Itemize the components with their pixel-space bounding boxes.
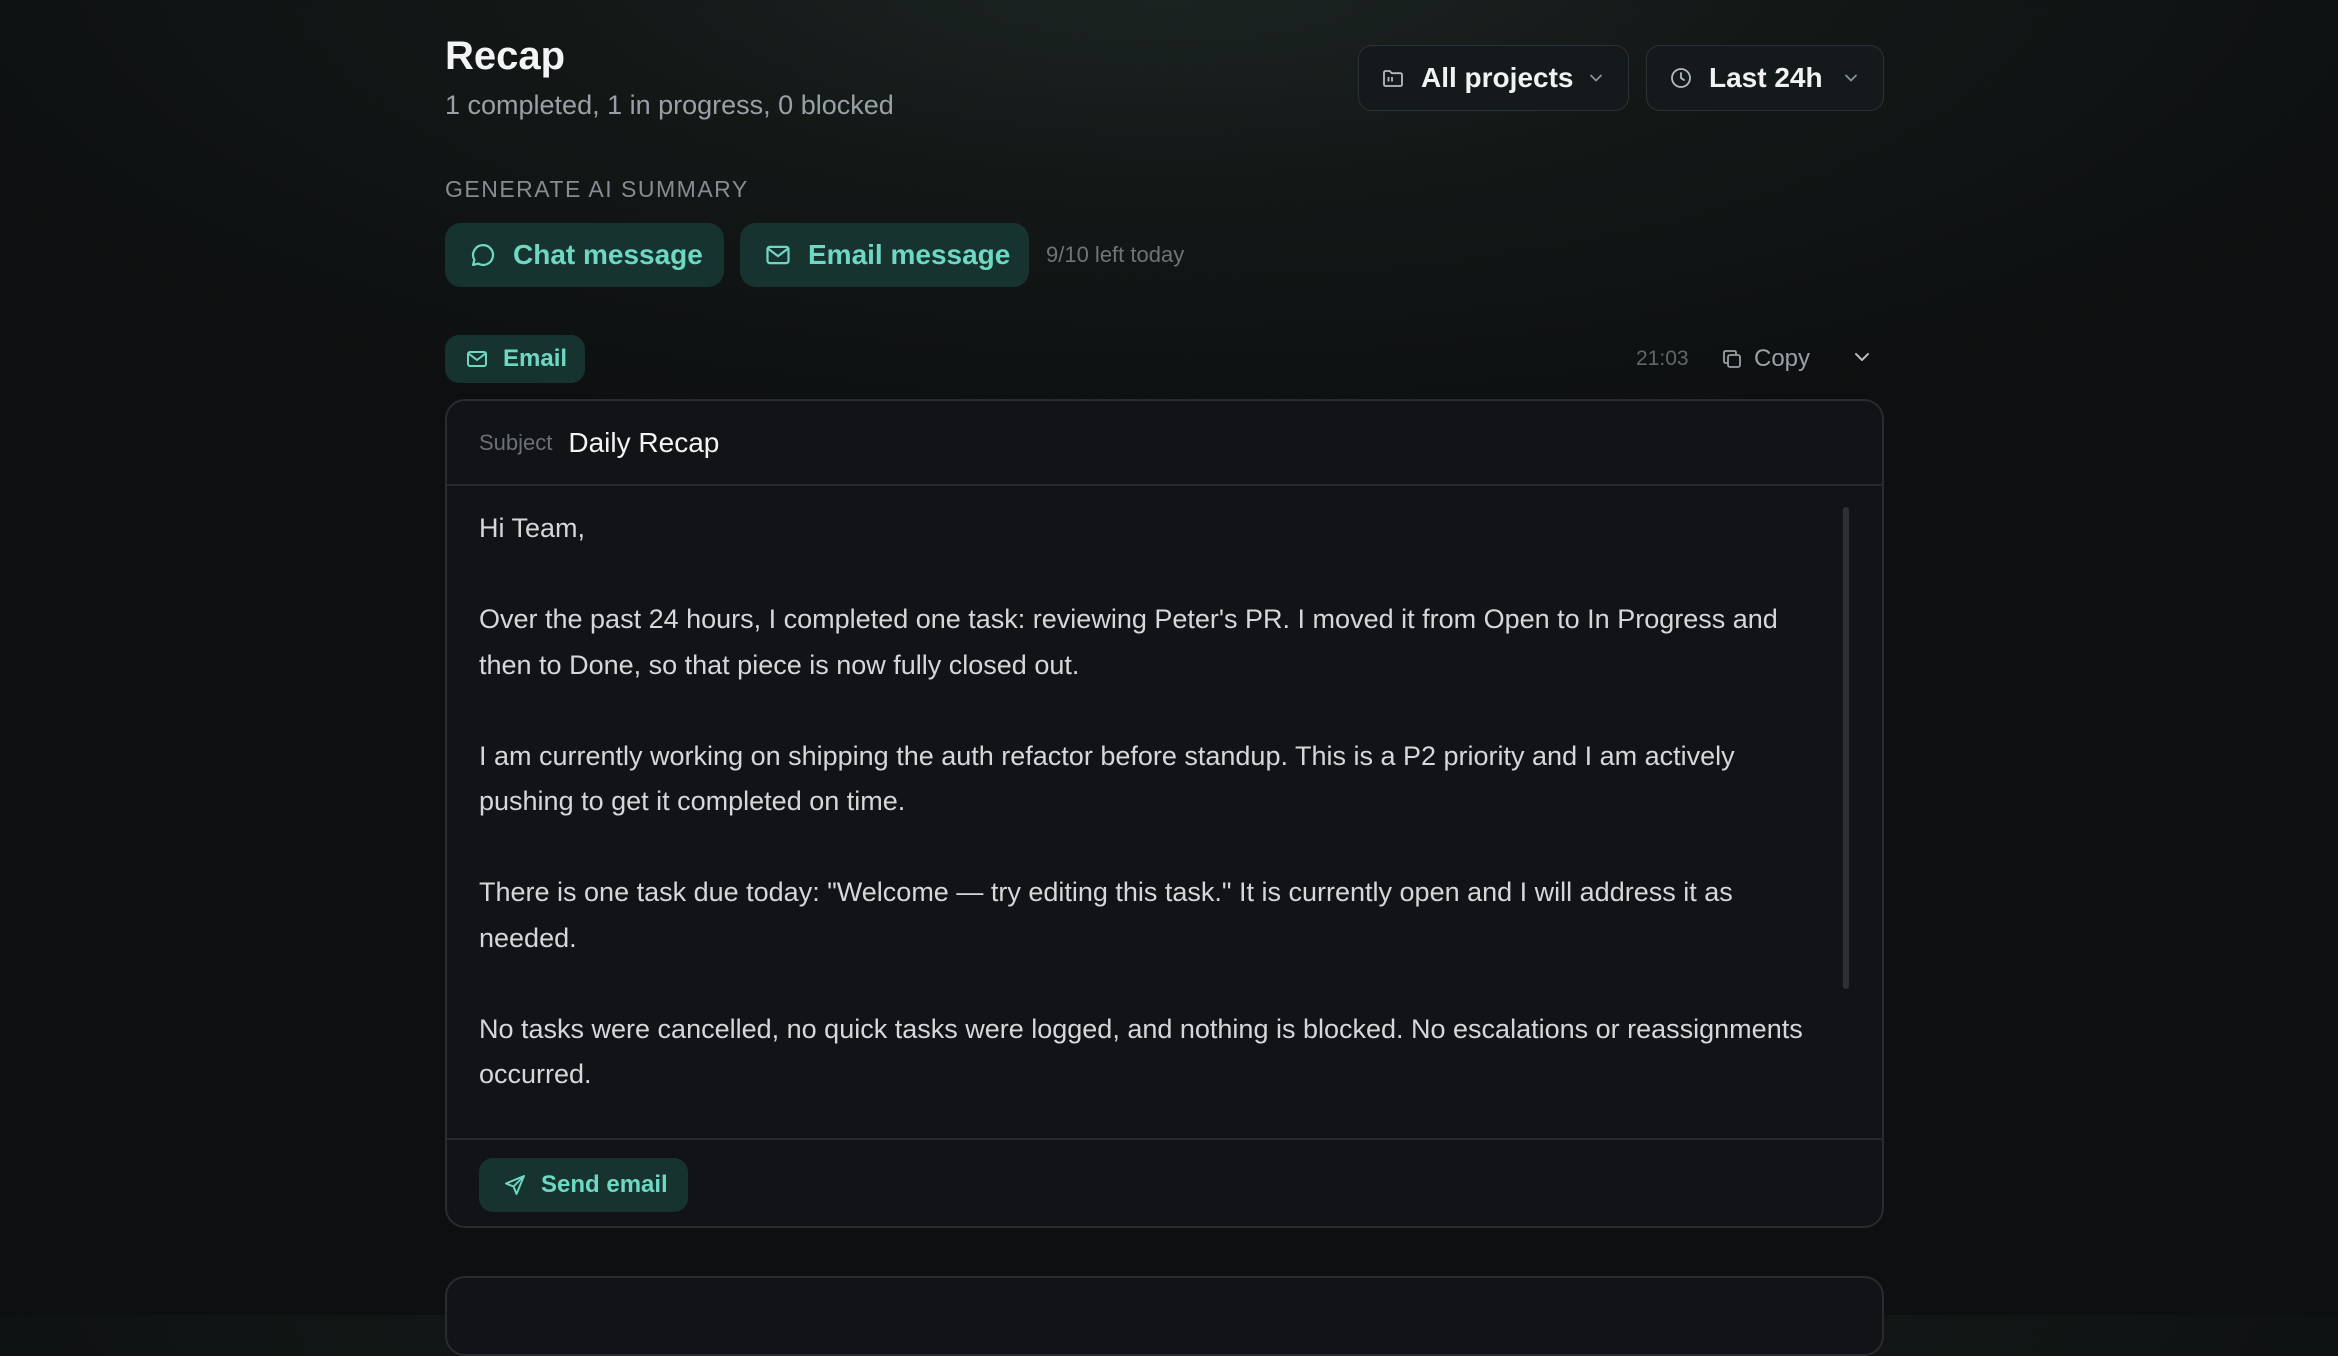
time-range-value: Last 24h <box>1709 62 1823 93</box>
email-paragraph: There is one task due today: "Welcome — … <box>479 877 1733 953</box>
next-summary-card <box>445 1276 1884 1356</box>
project-filter-value: All projects <box>1421 62 1574 93</box>
chevron-down-icon <box>1850 345 1874 374</box>
chat-message-button[interactable]: Chat message <box>445 223 724 287</box>
send-email-button[interactable]: Send email <box>479 1158 688 1212</box>
project-filter-dropdown[interactable]: All projects <box>1358 45 1629 111</box>
email-subject-row: Subject Daily Recap <box>447 401 1882 486</box>
send-email-label: Send email <box>541 1171 668 1198</box>
copy-label: Copy <box>1754 345 1811 372</box>
mail-icon <box>465 347 489 371</box>
subject-label: Subject <box>479 429 553 455</box>
copy-icon <box>1720 347 1744 371</box>
email-paragraph: Hi Team, <box>479 513 586 543</box>
chevron-down-icon <box>1841 68 1861 88</box>
subject-value: Daily Recap <box>568 426 720 458</box>
email-type-label: Email <box>503 345 568 372</box>
time-range-dropdown[interactable]: Last 24h <box>1646 45 1884 111</box>
copy-button[interactable]: Copy <box>1720 343 1810 375</box>
mail-icon <box>764 241 792 269</box>
generate-section-label: GENERATE AI SUMMARY <box>445 176 749 202</box>
chat-bubble-icon <box>469 241 497 269</box>
email-message-button[interactable]: Email message <box>740 223 1029 287</box>
email-card-footer: Send email <box>447 1138 1882 1226</box>
collapse-toggle-button[interactable] <box>1850 345 1874 374</box>
email-paragraph: I am currently working on shipping the a… <box>479 740 1735 817</box>
quota-remaining: 9/10 left today <box>1046 242 1185 267</box>
chevron-down-icon <box>1586 68 1606 88</box>
status-summary: 1 completed, 1 in progress, 0 blocked <box>445 90 894 120</box>
chat-message-label: Chat message <box>513 239 703 270</box>
folder-icon <box>1381 66 1405 90</box>
email-message-label: Email message <box>808 239 1011 270</box>
email-type-badge: Email <box>445 335 585 383</box>
page-title: Recap <box>445 34 566 78</box>
email-body: Hi Team, Over the past 24 hours, I compl… <box>479 506 1819 1143</box>
email-paragraph: No tasks were cancelled, no quick tasks … <box>479 1013 1803 1090</box>
send-icon <box>503 1173 527 1197</box>
email-paragraph: Over the past 24 hours, I completed one … <box>479 604 1778 680</box>
email-preview-card: Subject Daily Recap Hi Team, Over the pa… <box>445 399 1884 1228</box>
clock-icon <box>1669 66 1693 90</box>
email-body-scrollbar[interactable] <box>1843 507 1849 989</box>
generated-time: 21:03 <box>1636 347 1689 370</box>
